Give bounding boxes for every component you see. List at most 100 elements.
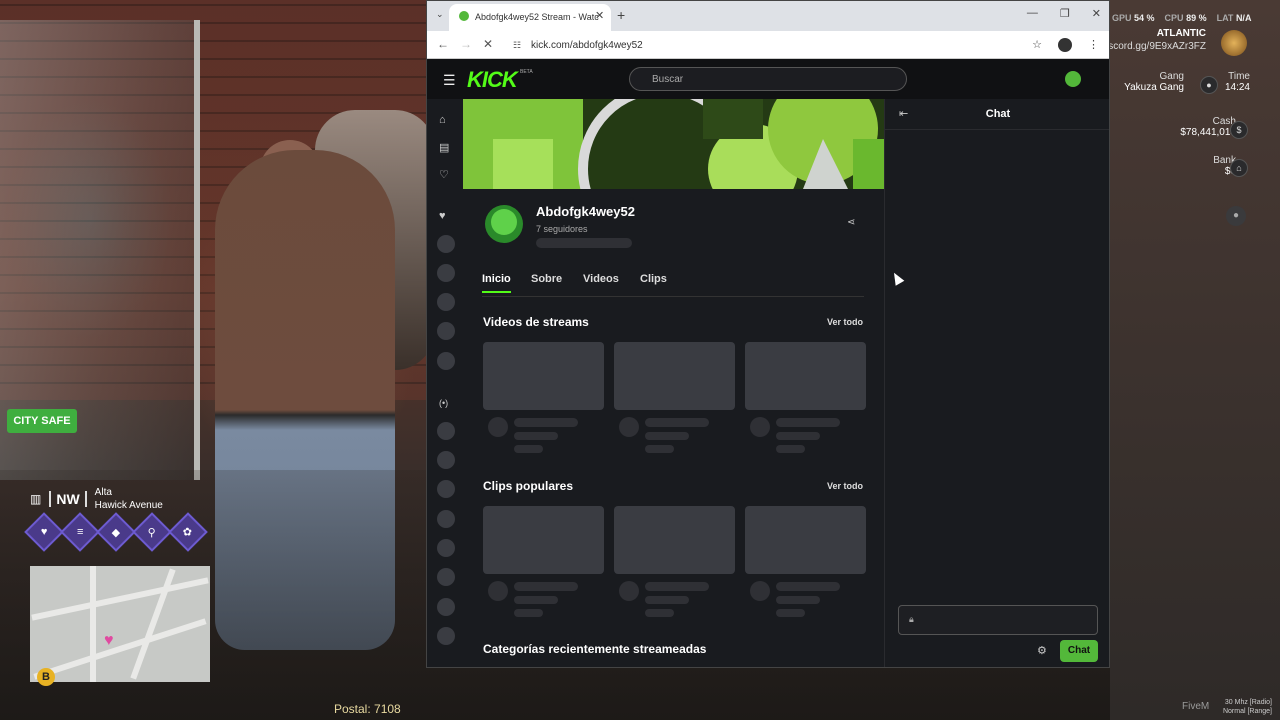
url-field[interactable]: kick.com/abdofgk4wey52	[505, 35, 1075, 55]
sidebar-channel[interactable]	[437, 264, 455, 282]
city-safe-badge: CITY SAFE	[7, 409, 77, 433]
reload-button[interactable]: ✕	[483, 37, 493, 51]
skeleton-avatar	[619, 581, 639, 601]
profile-icon[interactable]	[1058, 38, 1072, 52]
clip-card[interactable]	[483, 506, 604, 574]
gang-label: Gang	[1159, 71, 1184, 82]
chat-settings-icon[interactable]: ⚙	[1037, 644, 1047, 657]
skeleton-line	[645, 418, 709, 427]
player-blip-icon: ♥	[104, 632, 114, 649]
home-icon[interactable]: ⌂	[439, 114, 446, 126]
new-tab-button[interactable]: +	[617, 7, 625, 23]
tab-sobre[interactable]: Sobre	[531, 273, 562, 285]
sidebar-channel[interactable]	[437, 451, 455, 469]
skeleton-avatar	[488, 581, 508, 601]
sidebar-channel[interactable]	[437, 322, 455, 340]
kick-logo[interactable]: KICK	[467, 67, 518, 93]
skeleton-line	[645, 609, 674, 617]
sidebar-channel[interactable]	[437, 627, 455, 645]
sidebar-channel[interactable]	[437, 598, 455, 616]
tab-clips[interactable]: Clips	[640, 273, 667, 285]
cash-label: Cash	[1212, 116, 1236, 127]
minimize-button[interactable]: —	[1027, 7, 1038, 20]
skeleton-line	[514, 432, 558, 440]
cash-icon: $	[1230, 121, 1248, 139]
browse-icon[interactable]: ▤	[439, 141, 449, 154]
sidebar-channel[interactable]	[437, 568, 455, 586]
cash-info: Cash $78,441,014	[1180, 116, 1236, 138]
gang-info: Gang Yakuza Gang	[1124, 71, 1184, 93]
chat-message-input[interactable]: 🔒︎	[898, 605, 1098, 635]
video-card[interactable]	[614, 342, 735, 410]
skeleton-line	[776, 596, 820, 604]
stamina-icon: ⚲	[132, 512, 172, 552]
sidebar-channel[interactable]	[437, 480, 455, 498]
map-icon: ▥	[30, 492, 42, 506]
gpu-label: GPU	[1112, 13, 1132, 23]
chat-panel: ⇤ Chat 🔒︎ ⚙ Chat	[884, 99, 1109, 667]
chat-send-button[interactable]: Chat	[1060, 640, 1098, 662]
window-controls: — ❐ ✕	[1027, 7, 1101, 20]
thirst-icon: ◆	[96, 512, 136, 552]
discord-link: scord.gg/9E9xAZr3FZ	[1108, 41, 1206, 52]
tab-close-icon[interactable]: ✕	[595, 9, 604, 22]
close-window-button[interactable]: ✕	[1092, 7, 1101, 20]
sidebar-channel[interactable]	[437, 539, 455, 557]
menu-icon[interactable]: ⋮	[1088, 38, 1099, 52]
browser-tab[interactable]: Abdofgk4wey52 Stream - Watc	[449, 4, 611, 31]
sidebar-channel[interactable]	[437, 510, 455, 528]
sidebar-channel[interactable]	[437, 235, 455, 253]
skeleton-line	[514, 596, 558, 604]
cpu-label: CPU	[1164, 13, 1184, 23]
skeleton-line	[514, 582, 578, 591]
follower-count: 7 seguidores	[536, 224, 588, 234]
status-icons: ♥ ≡ ◆ ⚲ ✿	[24, 512, 208, 552]
lock-icon: 🔒︎	[909, 614, 914, 624]
skeleton-placeholder	[536, 238, 632, 248]
perf-stats: GPU 54 % CPU 89 % LAT N/A	[1112, 13, 1251, 23]
skeleton-line	[514, 609, 543, 617]
tab-bar: ⌄ Abdofgk4wey52 Stream - Watc ✕ + — ❐ ✕	[427, 1, 1109, 31]
compass-direction: NW	[49, 491, 87, 507]
address-bar: ← → ✕ ☷ kick.com/abdofgk4wey52 ☆ ⋮	[427, 31, 1109, 59]
back-button[interactable]: ←	[437, 37, 449, 51]
tab-videos[interactable]: Videos	[583, 273, 619, 285]
toolbar-actions: ☆ ⋮	[1032, 38, 1099, 52]
beta-tag: BETA	[520, 69, 533, 75]
server-name: ATLANTIC	[1156, 28, 1206, 39]
scene-right	[1110, 0, 1280, 720]
section-title-videos: Videos de streams	[483, 315, 589, 329]
clip-card[interactable]	[614, 506, 735, 574]
time-label: Time	[1228, 71, 1250, 82]
chat-title: Chat	[985, 108, 1011, 120]
search-input[interactable]: Buscar	[629, 67, 907, 91]
sidebar-channel[interactable]	[437, 422, 455, 440]
skeleton-line	[514, 418, 578, 427]
street-name: Hawick Avenue	[94, 500, 163, 511]
sidebar-channel[interactable]	[437, 293, 455, 311]
forward-button[interactable]: →	[460, 37, 472, 51]
channel-avatar[interactable]	[485, 205, 523, 243]
followed-channels-icon: ♥	[439, 210, 446, 222]
tab-search-icon[interactable]: ⌄	[436, 9, 444, 20]
video-card[interactable]	[745, 342, 866, 410]
tab-inicio[interactable]: Inicio	[482, 273, 511, 293]
kick-sidebar: ⌂ ▤ ♡ ♥ (•)	[427, 99, 463, 667]
section-title-categories: Categorías recientemente streameadas	[483, 642, 707, 656]
bookmark-star-icon[interactable]: ☆	[1032, 38, 1042, 52]
bank-icon: ⌂	[1230, 159, 1248, 177]
see-all-videos-link[interactable]: Ver todo	[827, 317, 863, 327]
share-icon[interactable]: ⋖	[847, 217, 855, 228]
skeleton-line	[776, 582, 840, 591]
maximize-button[interactable]: ❐	[1060, 7, 1070, 20]
hamburger-menu-icon[interactable]: ☰	[443, 72, 456, 89]
see-all-clips-link[interactable]: Ver todo	[827, 481, 863, 491]
cash-value: $78,441,014	[1180, 127, 1236, 138]
sidebar-channel[interactable]	[437, 352, 455, 370]
video-card[interactable]	[483, 342, 604, 410]
user-avatar[interactable]	[1065, 71, 1081, 87]
gang-value: Yakuza Gang	[1124, 82, 1184, 93]
following-icon[interactable]: ♡	[439, 168, 449, 181]
clip-card[interactable]	[745, 506, 866, 574]
kick-favicon-icon	[459, 11, 469, 21]
